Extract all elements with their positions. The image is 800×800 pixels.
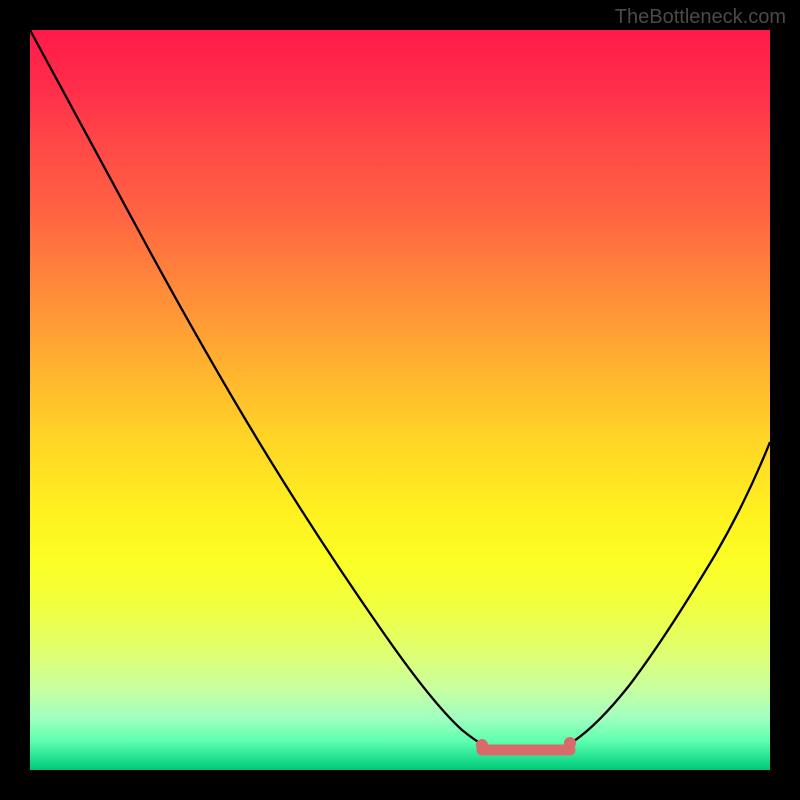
curve-svg	[30, 30, 770, 770]
watermark-text: TheBottleneck.com	[615, 6, 786, 29]
bottleneck-curve-path	[30, 30, 770, 754]
optimal-range-start-dot	[476, 739, 488, 751]
optimal-range-end-dot	[564, 737, 576, 749]
plot-area	[30, 30, 770, 770]
